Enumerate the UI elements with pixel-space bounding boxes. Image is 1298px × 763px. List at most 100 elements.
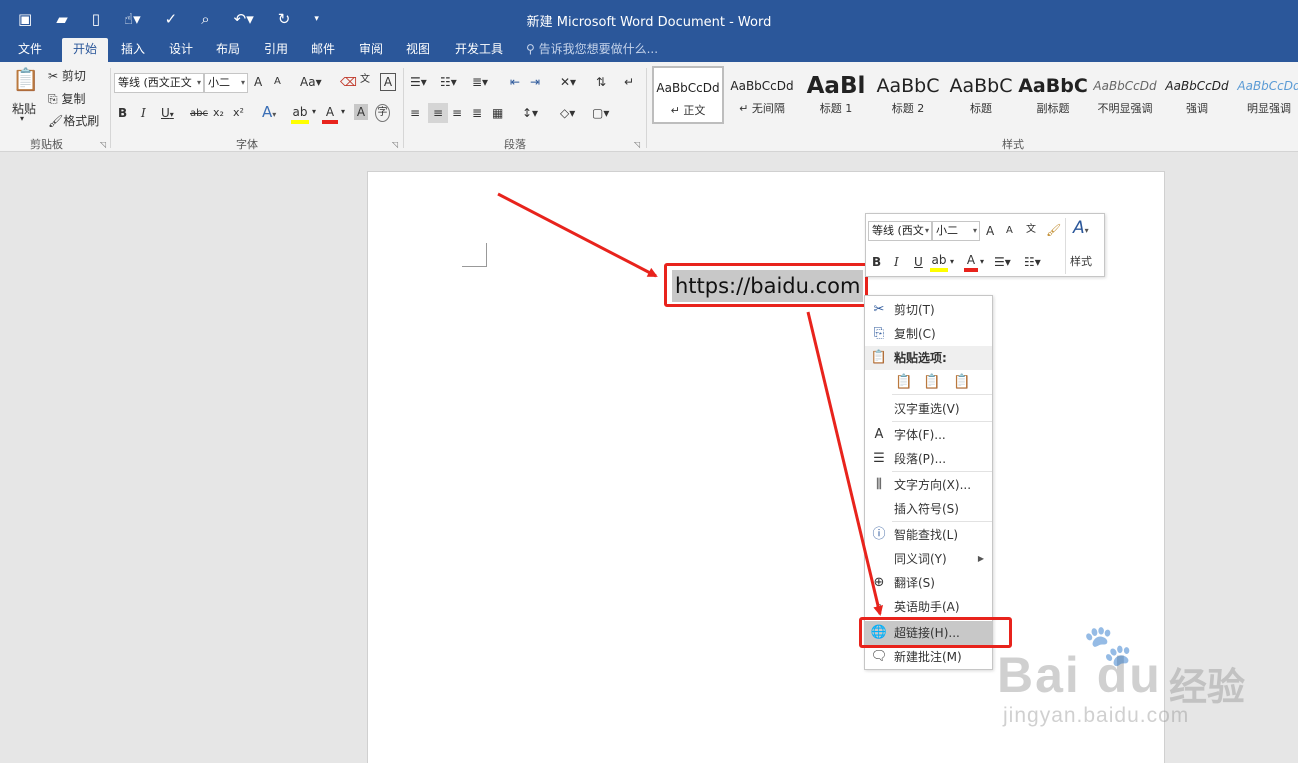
menu-item-insert-symbol[interactable]: 插入符号(S)	[865, 497, 992, 521]
style-emphasis[interactable]: AaBbCcDd 强调	[1161, 66, 1233, 124]
align-right-icon[interactable]: ≡	[452, 105, 462, 121]
asian-layout-icon[interactable]: ✕▾	[560, 74, 576, 90]
highlight-icon[interactable]: ab	[291, 104, 309, 124]
mini-phonetic-icon[interactable]: 文	[1026, 222, 1036, 238]
menu-item-smart-lookup[interactable]: ⓘ 智能查找(L)	[865, 523, 992, 547]
mini-italic-button[interactable]: I	[894, 254, 899, 270]
increase-indent-icon[interactable]: ⇥	[530, 74, 540, 90]
style-heading-1[interactable]: AaBl 标题 1	[800, 66, 872, 124]
bold-button[interactable]: B	[118, 105, 127, 121]
format-painter-button[interactable]: 🖌格式刷	[48, 112, 99, 129]
tab-file[interactable]: 文件	[8, 38, 52, 62]
mini-grow-font-icon[interactable]: A	[986, 223, 994, 239]
menu-item-english-assistant[interactable]: ⌕ 英语助手(A)	[865, 595, 992, 619]
superscript-button[interactable]: x²	[233, 105, 244, 121]
cut-button[interactable]: ✂ 剪切	[48, 67, 86, 84]
multilevel-list-icon[interactable]: ≣▾	[472, 74, 488, 90]
menu-item-synonyms[interactable]: 同义词(Y) ▶	[865, 547, 992, 571]
subscript-button[interactable]: x₂	[213, 105, 224, 121]
underline-button[interactable]: U▾	[161, 105, 174, 123]
shrink-font-icon[interactable]: A	[274, 74, 281, 90]
style-subtle-emphasis[interactable]: AaBbCcDd 不明显强调	[1089, 66, 1161, 124]
menu-item-text-direction[interactable]: ⫼ 文字方向(X)...	[865, 473, 992, 497]
clear-format-icon[interactable]: ⌫	[340, 74, 357, 90]
enclose-char-icon[interactable]: 字	[375, 104, 390, 122]
clipboard-launcher-icon[interactable]: ◹	[100, 140, 106, 149]
mini-styles-label[interactable]: 样式	[1070, 254, 1092, 270]
mini-shrink-font-icon[interactable]: A	[1006, 223, 1013, 239]
mini-font-color-dropdown-icon[interactable]: ▾	[980, 254, 984, 270]
tab-home[interactable]: 开始	[62, 38, 108, 62]
mini-bold-button[interactable]: B	[872, 254, 881, 270]
menu-item-font[interactable]: A 字体(F)...	[865, 423, 992, 447]
style-name: 强调	[1186, 102, 1208, 115]
mini-numbering-icon[interactable]: ☷▾	[1024, 254, 1041, 270]
sort-icon[interactable]: ⇅	[596, 74, 606, 90]
font-color-dropdown-icon[interactable]: ▾	[341, 104, 345, 120]
mini-bullets-icon[interactable]: ☰▾	[994, 254, 1011, 270]
style-heading-2[interactable]: AaBbC 标题 2	[872, 66, 944, 124]
show-marks-icon[interactable]: ↵	[624, 74, 634, 90]
line-spacing-icon[interactable]: ↕▾	[522, 105, 538, 121]
font-name-combo[interactable]: 等线 (西文正文 ▾	[114, 73, 204, 93]
style-subtitle[interactable]: AaBbC 副标题	[1017, 66, 1089, 124]
font-launcher-icon[interactable]: ◹	[392, 140, 398, 149]
char-shading-icon[interactable]: A	[354, 104, 368, 120]
mini-format-painter-icon[interactable]: 🖌	[1046, 222, 1061, 238]
tab-review[interactable]: 审阅	[350, 38, 392, 62]
mini-highlight-icon[interactable]: ab	[930, 252, 948, 272]
tab-design[interactable]: 设计	[160, 38, 202, 62]
justify-icon[interactable]: ≣	[472, 105, 482, 121]
mini-font-color-icon[interactable]: A	[964, 252, 978, 272]
borders-icon[interactable]: ▢▾	[592, 105, 609, 121]
copy-button[interactable]: ⎘ 复制	[48, 90, 85, 107]
mini-font-name-combo[interactable]: 等线 (西文 ▾	[868, 221, 932, 241]
shading-icon[interactable]: ◇▾	[560, 105, 575, 121]
strikethrough-button[interactable]: abc	[190, 106, 208, 122]
phonetic-guide-icon[interactable]: 文	[360, 72, 370, 88]
menu-item-paragraph[interactable]: ☰ 段落(P)...	[865, 447, 992, 471]
tab-references[interactable]: 引用	[255, 38, 297, 62]
tell-me-box[interactable]: ⚲ 告诉我您想要做什么...	[526, 38, 658, 62]
style-normal[interactable]: AaBbCcDd ↵ 正文	[652, 66, 724, 124]
tab-mailings[interactable]: 邮件	[302, 38, 344, 62]
mini-underline-button[interactable]: U	[914, 254, 923, 270]
menu-item-copy[interactable]: ⎘ 复制(C)	[865, 322, 992, 346]
grow-font-icon[interactable]: A	[254, 74, 262, 90]
font-size-combo[interactable]: 小二 ▾	[204, 73, 248, 93]
mini-font-size-combo[interactable]: 小二 ▾	[932, 221, 980, 241]
tab-insert[interactable]: 插入	[112, 38, 154, 62]
bullets-icon[interactable]: ☰▾	[410, 74, 427, 90]
mini-highlight-dropdown-icon[interactable]: ▾	[950, 254, 954, 270]
menu-item-new-comment[interactable]: 🗨 新建批注(M)	[865, 645, 992, 669]
mini-styles-icon[interactable]: A▾	[1073, 220, 1089, 239]
decrease-indent-icon[interactable]: ⇤	[510, 74, 520, 90]
paste-dropdown-icon[interactable]: ▾	[20, 114, 24, 123]
paste-text-only-icon[interactable]: 📋	[951, 370, 973, 394]
style-no-spacing[interactable]: AaBbCcDd ↵ 无间隔	[726, 66, 798, 124]
tab-developer[interactable]: 开发工具	[446, 38, 512, 62]
numbering-icon[interactable]: ☷▾	[440, 74, 457, 90]
tab-layout[interactable]: 布局	[207, 38, 249, 62]
menu-item-reconvert[interactable]: 汉字重选(V)	[865, 397, 992, 421]
distributed-icon[interactable]: ▦	[492, 105, 503, 121]
font-color-icon[interactable]: A	[322, 104, 338, 124]
char-border-icon[interactable]: A	[380, 73, 396, 91]
change-case-icon[interactable]: Aa▾	[300, 74, 322, 90]
italic-button[interactable]: I	[141, 105, 146, 121]
style-title[interactable]: AaBbC 标题	[945, 66, 1017, 124]
paste-icon[interactable]: 📋	[12, 68, 39, 93]
paragraph-launcher-icon[interactable]: ◹	[634, 140, 640, 149]
style-name: 标题 1	[819, 102, 853, 115]
highlight-dropdown-icon[interactable]: ▾	[312, 104, 316, 120]
menu-divider	[892, 394, 992, 395]
paste-keep-source-icon[interactable]: 📋	[893, 370, 915, 394]
style-intense-emphasis[interactable]: AaBbCcDd 明显强调	[1233, 66, 1298, 124]
menu-item-cut[interactable]: ✂ 剪切(T)	[865, 298, 992, 322]
text-effects-icon[interactable]: A▾	[262, 104, 276, 123]
tab-view[interactable]: 视图	[397, 38, 439, 62]
paste-merge-format-icon[interactable]: 📋	[921, 370, 943, 394]
align-left-icon[interactable]: ≡	[410, 105, 420, 121]
menu-item-translate[interactable]: ⊕ 翻译(S)	[865, 571, 992, 595]
align-center-icon[interactable]: ≡	[428, 103, 448, 123]
